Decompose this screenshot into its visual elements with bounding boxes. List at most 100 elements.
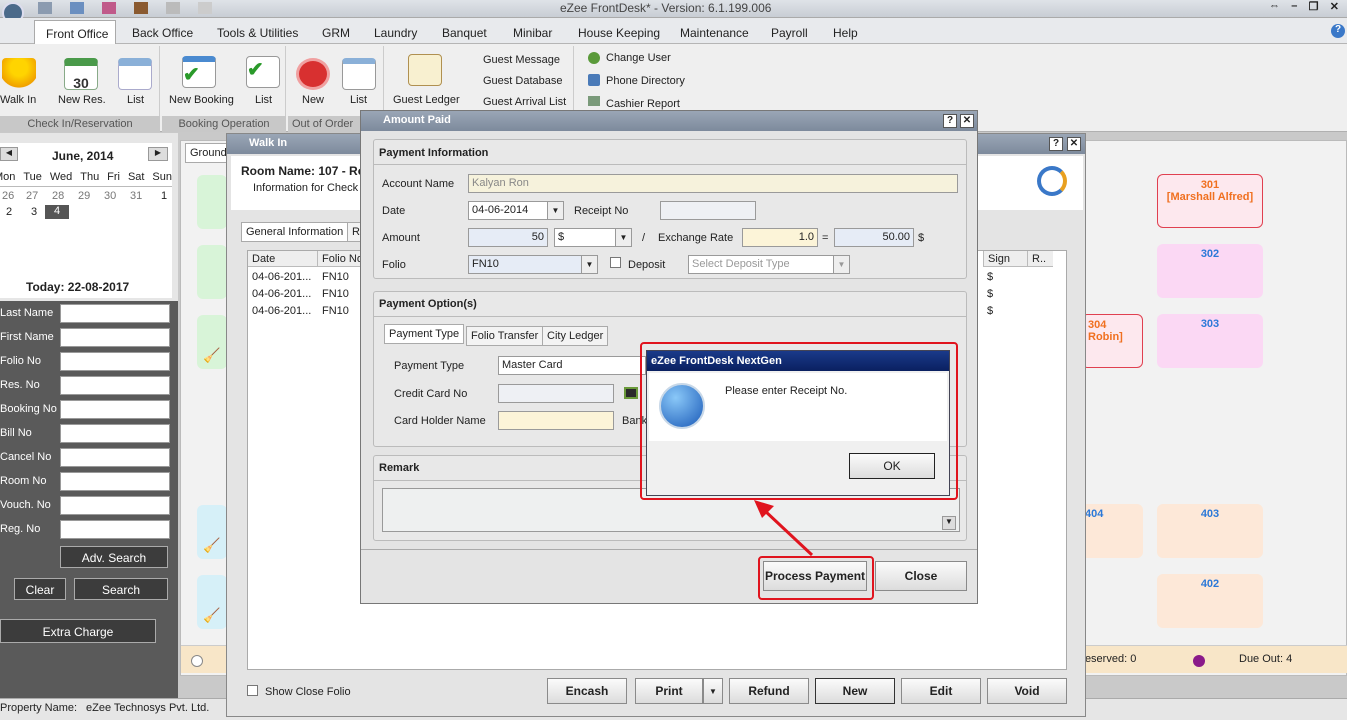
room-tile[interactable]: 🧹	[197, 505, 227, 559]
room-tile[interactable]: 🧹	[197, 315, 227, 369]
amount-close-icon[interactable]: ✕	[960, 114, 974, 128]
deposit-checkbox[interactable]	[610, 257, 621, 268]
prev-month-button[interactable]: ◀	[0, 147, 18, 161]
menu-housekeeping[interactable]: House Keeping	[578, 26, 660, 40]
search-button[interactable]: Search	[74, 578, 168, 600]
radio-icon[interactable]	[191, 655, 203, 667]
guest-ledger-icon[interactable]	[408, 54, 442, 86]
receipt-no-input[interactable]	[660, 201, 756, 220]
guest-ledger-button[interactable]: Guest Ledger	[393, 94, 460, 106]
room-403[interactable]: 403	[1157, 504, 1263, 558]
adv-search-button[interactable]: Adv. Search	[60, 546, 168, 568]
menu-front-office[interactable]: Front Office	[34, 20, 116, 44]
show-close-folio-checkbox[interactable]	[247, 685, 258, 696]
room-303[interactable]: 303	[1157, 314, 1263, 368]
exchange-rate-input[interactable]: 1.0	[742, 228, 818, 247]
tab-general-information[interactable]: General Information	[241, 222, 349, 242]
close-button[interactable]: Close	[875, 561, 967, 591]
tab-folio-transfer[interactable]: Folio Transfer	[466, 326, 544, 346]
print-button[interactable]: Print	[635, 678, 703, 704]
change-user-button[interactable]: Change User	[606, 52, 671, 64]
vouch-no-input[interactable]	[60, 496, 170, 515]
selected-day[interactable]: 4	[45, 205, 69, 219]
last-name-input[interactable]	[60, 304, 170, 323]
chevron-down-icon[interactable]: ▼	[833, 256, 849, 273]
folio-select[interactable]: FN10 ▼	[468, 255, 598, 274]
close-icon[interactable]: ✕	[1330, 0, 1339, 13]
menu-grm[interactable]: GRM	[322, 26, 350, 40]
card-swipe-icon[interactable]	[624, 387, 638, 399]
new-booking-button[interactable]: New Booking	[169, 94, 234, 106]
room-402[interactable]: 402	[1157, 574, 1263, 628]
new-res-button[interactable]: New Res.	[58, 94, 106, 106]
room-301[interactable]: 301 [Marshall Alfred]	[1157, 174, 1263, 228]
room-no-input[interactable]	[60, 472, 170, 491]
cashier-report-button[interactable]: Cashier Report	[606, 98, 680, 110]
room-tile[interactable]	[197, 175, 227, 229]
refund-button[interactable]: Refund	[729, 678, 809, 704]
void-button[interactable]: Void	[987, 678, 1067, 704]
menu-banquet[interactable]: Banquet	[442, 26, 487, 40]
credit-card-input[interactable]	[498, 384, 614, 403]
calendar-list-icon[interactable]	[118, 58, 152, 90]
quick-access-toolbar[interactable]	[38, 2, 248, 16]
payment-type-select[interactable]: Master Card	[498, 356, 646, 375]
chevron-down-icon[interactable]: ▼	[581, 256, 597, 273]
walk-in-close-button[interactable]: ✕	[1067, 137, 1081, 151]
menu-tools[interactable]: Tools & Utilities	[217, 26, 298, 40]
cancel-no-input[interactable]	[60, 448, 170, 467]
amount-help-button[interactable]: ?	[943, 114, 957, 128]
chevron-down-icon[interactable]: ▼	[615, 229, 631, 246]
restore-icon[interactable]: ❐	[1309, 0, 1319, 13]
bill-no-input[interactable]	[60, 424, 170, 443]
card-holder-input[interactable]	[498, 411, 614, 430]
scroll-down-icon[interactable]: ▼	[942, 516, 956, 530]
first-name-input[interactable]	[60, 328, 170, 347]
res-no-input[interactable]	[60, 376, 170, 395]
no-entry-icon[interactable]	[296, 58, 330, 90]
calendar-icon[interactable]: 30	[64, 58, 98, 91]
resize-icon[interactable]: ⇔	[1269, 0, 1280, 13]
tab-payment-type[interactable]: Payment Type	[384, 324, 465, 344]
encash-button[interactable]: Encash	[547, 678, 627, 704]
amount-input[interactable]: 50	[468, 228, 548, 247]
menu-payroll[interactable]: Payroll	[771, 26, 808, 40]
ooo-list-icon[interactable]	[342, 58, 376, 90]
tab-city-ledger[interactable]: City Ledger	[542, 326, 609, 346]
menu-help[interactable]: Help	[833, 26, 858, 40]
next-month-button[interactable]: ▶	[148, 147, 168, 161]
window-controls[interactable]: ⇔ – ❐ ✕	[1269, 0, 1339, 13]
folio-no-input[interactable]	[60, 352, 170, 371]
guest-message-button[interactable]: Guest Message	[483, 54, 560, 66]
new-booking-icon[interactable]: ✔	[182, 56, 216, 88]
menu-maintenance[interactable]: Maintenance	[680, 26, 749, 40]
guest-database-button[interactable]: Guest Database	[483, 75, 563, 87]
booking-no-input[interactable]	[60, 400, 170, 419]
extra-charge-button[interactable]: Extra Charge	[0, 619, 156, 643]
menu-back-office[interactable]: Back Office	[132, 26, 193, 40]
clear-button[interactable]: Clear	[14, 578, 66, 600]
print-dropdown-button[interactable]: ▼	[703, 678, 723, 704]
list-button-3[interactable]: List	[350, 94, 367, 106]
room-tile[interactable]	[197, 245, 227, 299]
date-picker[interactable]: 04-06-2014 ▼	[468, 201, 564, 220]
booking-list-icon[interactable]: ✔	[246, 56, 280, 88]
room-404[interactable]: 404	[1081, 504, 1143, 558]
new-button[interactable]: New	[815, 678, 895, 704]
room-tile[interactable]: 🧹	[197, 575, 227, 629]
reg-no-input[interactable]	[60, 520, 170, 539]
room-304[interactable]: 304 Robin]	[1081, 314, 1143, 368]
guest-arrival-button[interactable]: Guest Arrival List	[483, 96, 566, 108]
new-ooo-button[interactable]: New	[302, 94, 324, 106]
walk-in-button[interactable]: Walk In	[0, 94, 36, 106]
deposit-type-select[interactable]: Select Deposit Type ▼	[688, 255, 850, 274]
chevron-down-icon[interactable]: ▼	[547, 202, 563, 219]
help-icon[interactable]: ?	[1331, 24, 1345, 38]
walk-in-help-button[interactable]: ?	[1049, 137, 1063, 151]
list-button-2[interactable]: List	[255, 94, 272, 106]
menu-minibar[interactable]: Minibar	[513, 26, 552, 40]
currency-select[interactable]: $ ▼	[554, 228, 632, 247]
phone-directory-button[interactable]: Phone Directory	[606, 75, 685, 87]
walk-in-icon[interactable]	[2, 58, 36, 90]
menu-laundry[interactable]: Laundry	[374, 26, 417, 40]
